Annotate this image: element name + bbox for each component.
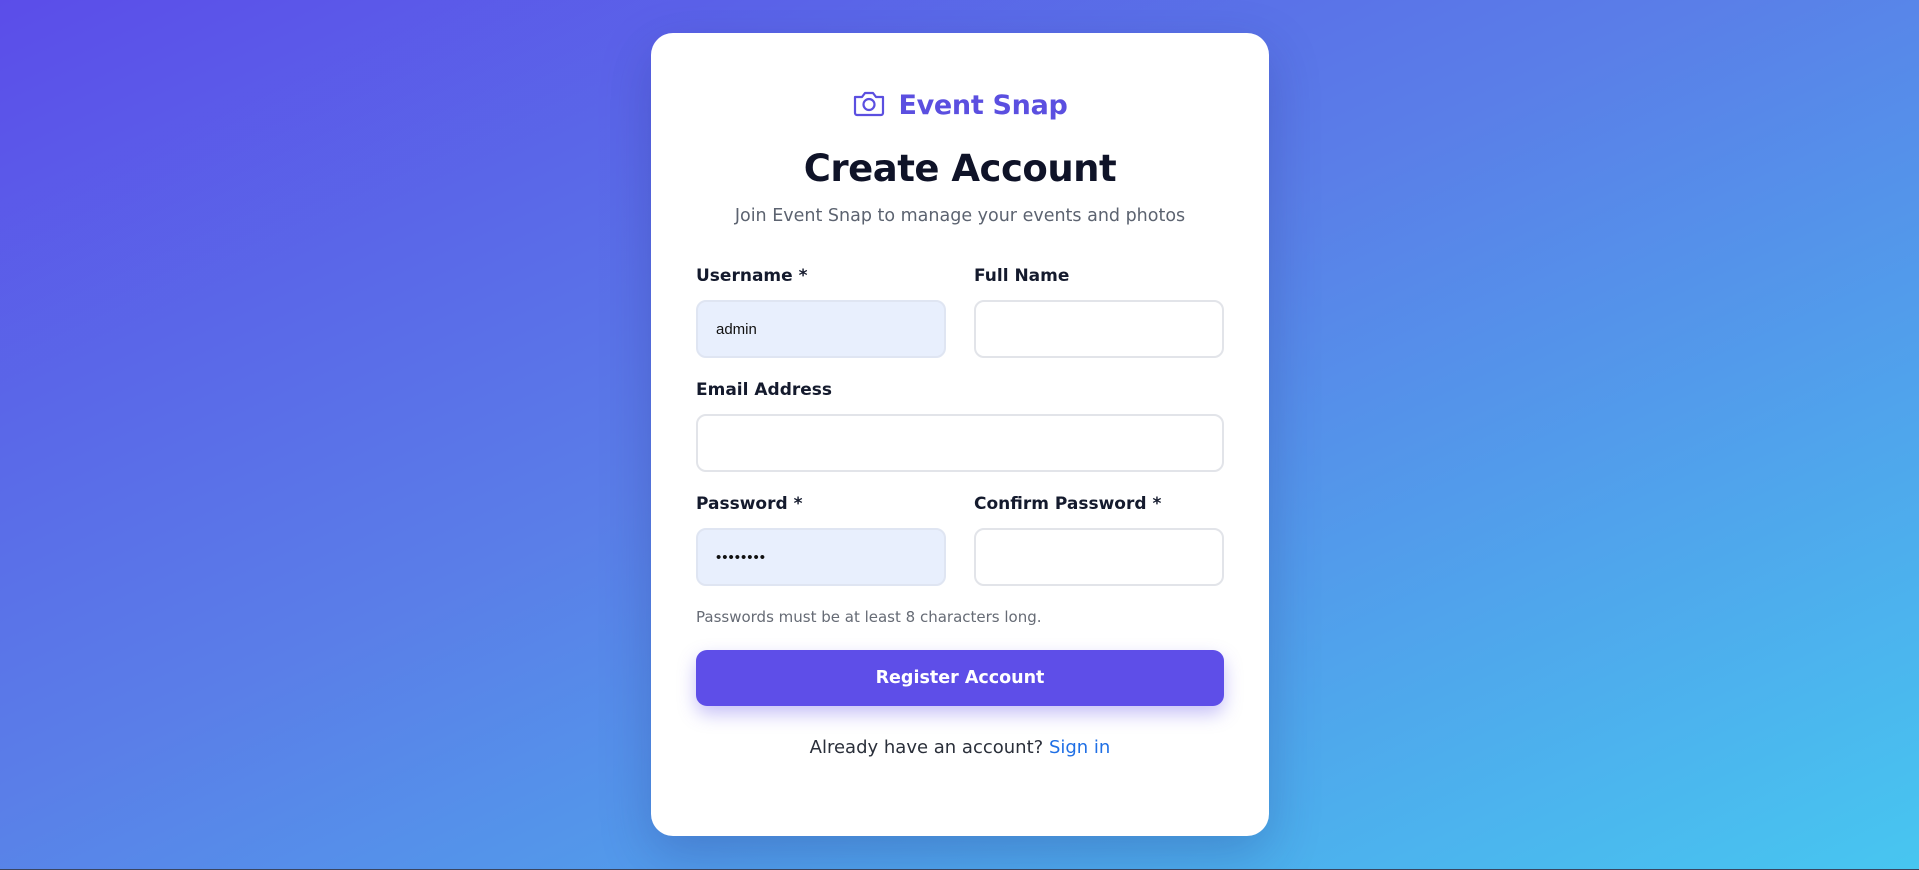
brand-name: Event Snap (898, 89, 1068, 121)
full-name-label: Full Name (974, 266, 1070, 286)
password-group: Password * (696, 494, 946, 586)
page-subtitle: Join Event Snap to manage your events an… (734, 206, 1186, 226)
confirm-password-label: Confirm Password * (974, 494, 1162, 514)
username-label: Username * (696, 266, 808, 286)
full-name-input[interactable] (974, 300, 1224, 358)
register-card: Event Snap Create Account Join Event Sna… (651, 33, 1269, 836)
username-input[interactable] (696, 300, 946, 358)
password-label: Password * (696, 494, 803, 514)
signin-prompt-text: Already have an account? (809, 737, 1044, 758)
email-input[interactable] (696, 414, 1224, 472)
username-group: Username * (696, 266, 946, 358)
signin-prompt: Already have an account? Sign in (696, 737, 1224, 758)
password-help-text: Passwords must be at least 8 characters … (696, 608, 1042, 626)
confirm-password-group: Confirm Password * (974, 494, 1224, 586)
page-title: Create Account (803, 147, 1117, 190)
signin-link[interactable]: Sign in (1049, 737, 1110, 758)
password-input[interactable] (696, 528, 946, 586)
full-name-group: Full Name (974, 266, 1224, 358)
camera-icon (852, 88, 886, 123)
register-button[interactable]: Register Account (696, 650, 1224, 706)
confirm-password-input[interactable] (974, 528, 1224, 586)
password-row: Password * Confirm Password * (696, 494, 1224, 586)
brand-header: Event Snap (696, 85, 1224, 125)
email-group: Email Address (696, 380, 1224, 472)
name-row: Username * Full Name (696, 266, 1224, 358)
email-label: Email Address (696, 380, 833, 400)
